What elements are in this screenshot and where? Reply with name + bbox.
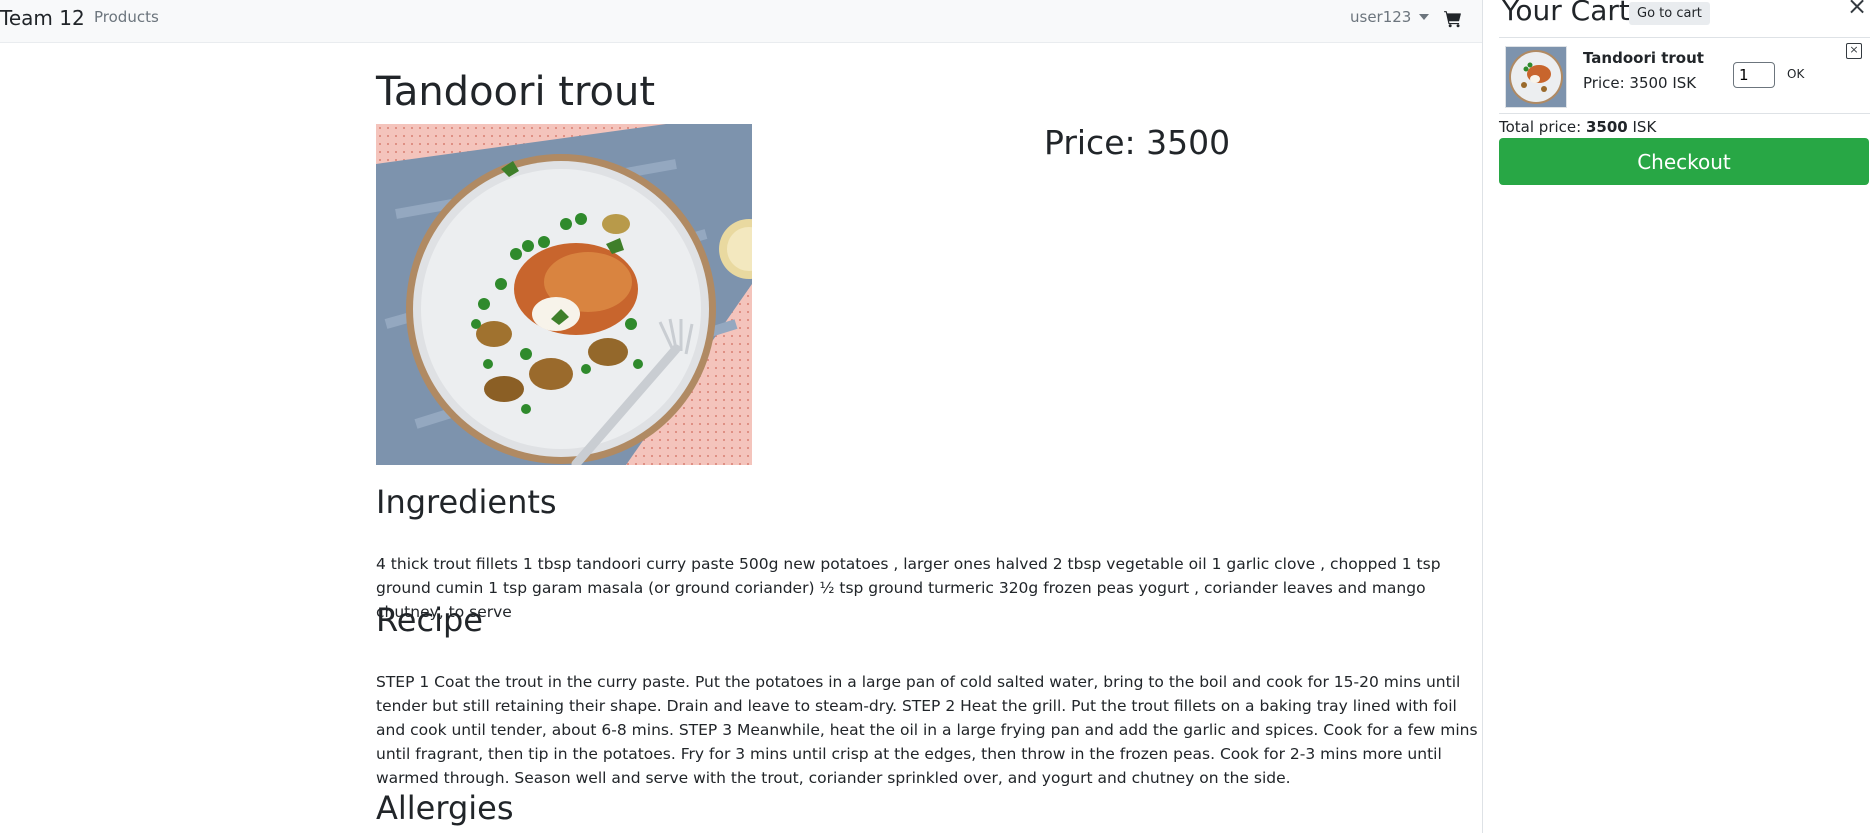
checkout-button[interactable]: Checkout (1499, 138, 1869, 185)
cart-item-food-photo (1506, 47, 1566, 107)
username-label: user123 (1350, 8, 1412, 26)
total-currency: ISK (1632, 118, 1657, 136)
food-photo-illustration (376, 124, 752, 465)
cart-item-price: Price: 3500 ISK (1583, 74, 1697, 92)
ingredients-text: 4 thick trout fillets 1 tbsp tandoori cu… (376, 555, 1441, 621)
quantity-input[interactable] (1733, 62, 1775, 88)
user-dropdown[interactable]: user123 (1350, 8, 1430, 26)
nav-products-link[interactable]: Products (94, 8, 159, 26)
remove-item-icon[interactable]: × (1846, 43, 1862, 59)
top-navbar: Team 12 Products user123 (0, 0, 1482, 43)
cart-title: Your Cart (1502, 0, 1630, 27)
recipe-heading: Recipe (376, 601, 483, 639)
chevron-down-icon (1419, 14, 1430, 20)
ingredients-heading: Ingredients (376, 483, 557, 521)
product-title: Tandoori trout (376, 69, 656, 115)
cart-item-name: Tandoori trout (1583, 49, 1704, 67)
brand-link[interactable]: Team 12 (0, 6, 85, 30)
cart-panel: Your Cart Go to cart × Tandoori trout Pr… (1482, 0, 1870, 833)
total-value: 3500 (1585, 118, 1628, 136)
close-icon[interactable]: × (1847, 0, 1867, 20)
product-image (376, 124, 752, 465)
cart-item-thumbnail (1505, 46, 1567, 108)
cart-divider-top (1499, 37, 1870, 38)
cart-icon[interactable] (1444, 10, 1462, 28)
cart-total: Total price: 3500 ISK (1499, 118, 1656, 136)
allergies-heading: Allergies (376, 789, 514, 827)
total-label: Total price: (1499, 118, 1582, 136)
cart-divider-bottom (1499, 113, 1870, 114)
product-price: Price: 3500 (1044, 123, 1231, 162)
recipe-text: STEP 1 Coat the trout in the curry paste… (376, 673, 1478, 787)
go-to-cart-button[interactable]: Go to cart (1629, 2, 1710, 25)
quantity-ok-button[interactable]: OK (1781, 66, 1810, 82)
